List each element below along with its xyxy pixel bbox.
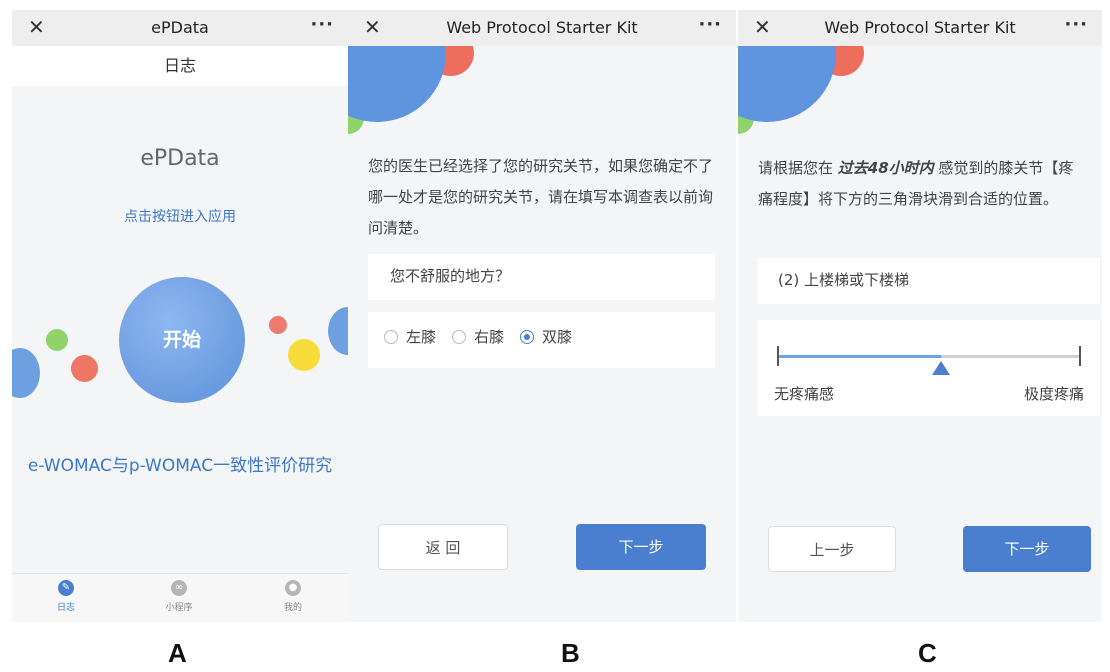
decorative-bubble [328,307,348,355]
tab-mine[interactable]: ● 我的 [263,580,323,613]
start-button[interactable]: 开始 [119,277,245,403]
panel-b-joint-selection: ✕ Web Protocol Starter Kit ··· 您的医生已经选择了… [348,10,736,622]
slider-min-label: 无疼痛感 [774,385,835,403]
instruction-part: 请根据您在 [758,159,838,177]
figure-label-a: A [168,638,187,668]
panel-c-pain-slider: ✕ Web Protocol Starter Kit ··· 请根据您在 过去4… [738,10,1102,622]
title-bar: ✕ Web Protocol Starter Kit ··· [738,10,1102,46]
title-bar: ✕ ePData ··· [12,10,348,46]
next-button[interactable]: 下一步 [963,526,1091,572]
bottom-tab-bar: ✎ 日志 ∞ 小程序 ● 我的 [12,573,348,622]
window-title: Web Protocol Starter Kit [446,18,638,37]
question-card: 您不舒服的地方？ [368,254,715,300]
slider-triangle-thumb[interactable] [932,361,951,375]
decorative-bubble [71,355,98,382]
pen-icon: ✎ [58,580,74,596]
user-icon: ● [285,580,301,596]
more-icon[interactable]: ··· [698,14,722,35]
figure-label-c: C [918,638,937,668]
more-icon[interactable]: ··· [310,14,334,35]
option-label: 双膝 [542,328,573,346]
decorative-bubble [12,348,40,398]
slider-max-tick [1079,346,1081,366]
option-right-knee[interactable]: 右膝 [452,326,504,347]
radio-unchecked-icon[interactable] [384,329,398,344]
tab-label: 我的 [283,603,302,613]
decorative-bubble [46,329,68,351]
radio-checked-icon[interactable] [520,329,535,344]
option-left-knee[interactable]: 左膝 [384,326,436,347]
option-label: 右膝 [474,328,505,346]
tab-log[interactable]: ✎ 日志 [36,580,96,613]
title-bar: ✕ Web Protocol Starter Kit ··· [348,10,736,46]
more-icon[interactable]: ··· [1064,14,1088,35]
question-card: (2) 上楼梯或下楼梯 [758,258,1100,304]
slider-min-tick [777,346,779,366]
decorative-bubble [288,339,320,371]
radio-group: 左膝 右膝 双膝 [384,326,588,347]
enter-app-link[interactable]: 点击按钮进入应用 [12,206,348,226]
figure-label-b: B [561,638,580,668]
tab-label: 小程序 [165,603,193,613]
instruction-text: 请根据您在 过去48小时内 感觉到的膝关节【疼痛程度】将下方的三角滑块滑到合适的… [758,153,1088,215]
previous-button[interactable]: 上一步 [768,526,896,572]
app-name: ePData [140,146,220,171]
tab-label: 日志 [56,603,75,613]
next-button[interactable]: 下一步 [576,524,706,570]
instruction-text: 您的医生已经选择了您的研究关节，如果您确定不了哪一处才是您的研究关节，请在填写本… [368,157,714,237]
miniprogram-icon: ∞ [171,580,187,596]
question-text: 您不舒服的地方？ [390,267,511,285]
window-title: Web Protocol Starter Kit [824,18,1016,37]
back-button[interactable]: 返 回 [378,524,508,570]
decorative-bubble [269,316,287,334]
option-both-knees[interactable]: 双膝 [520,326,572,347]
panel-a-home-screen: ✕ ePData ··· 日志 ePData 点击按钮进入应用 开始 e-WOM… [12,10,348,622]
tab-miniprogram[interactable]: ∞ 小程序 [149,580,209,613]
question-text: (2) 上楼梯或下楼梯 [778,271,910,289]
study-title: e-WOMAC与p-WOMAC一致性评价研究 [27,456,333,476]
radio-unchecked-icon[interactable] [452,329,467,344]
window-title: ePData [151,18,209,37]
option-label: 左膝 [406,328,437,346]
instruction-emphasis: 过去48小时内 [837,159,934,177]
slider-max-label: 极度疼痛 [1023,385,1084,403]
slider-fill [778,355,942,358]
pain-slider[interactable]: 无疼痛感 极度疼痛 [758,320,1100,416]
page-title: 日志 [12,46,348,86]
options-card: 左膝 右膝 双膝 [368,312,715,368]
